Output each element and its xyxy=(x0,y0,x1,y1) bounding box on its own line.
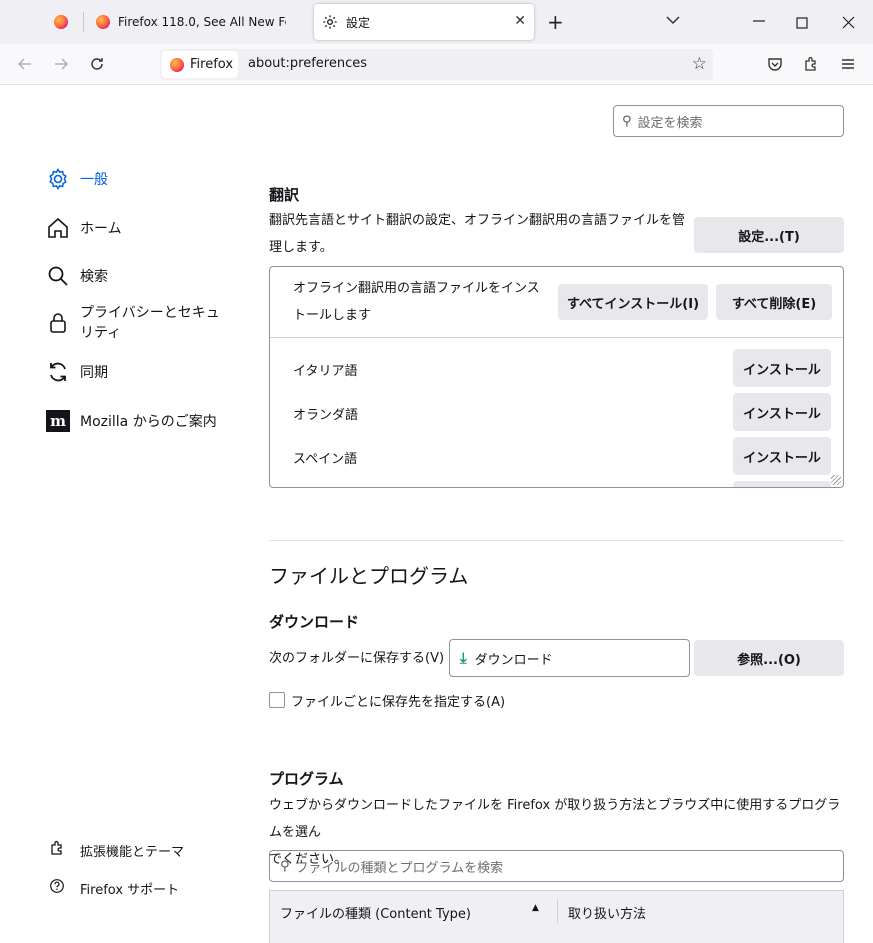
sidebar-item-privacy[interactable]: プライバシーとセキュリティ xyxy=(46,303,220,343)
sidebar-item-mozilla[interactable]: m Mozilla からのご案内 xyxy=(46,409,217,433)
sidebar-footer-addons[interactable]: 拡張機能とテーマ xyxy=(48,840,184,860)
firefox-icon xyxy=(54,15,68,29)
download-arrow-icon: ⤓ xyxy=(460,649,467,667)
footer-label: Firefox サポート xyxy=(80,882,180,898)
reload-button[interactable] xyxy=(86,53,108,75)
bookmark-star-icon[interactable]: ☆ xyxy=(692,54,707,74)
column-header-type[interactable]: ファイルの種類 (Content Type) xyxy=(280,903,471,922)
section-divider xyxy=(269,540,844,541)
translation-description: 翻訳先言語とサイト翻訳の設定、オフライン翻訳用の言語ファイルを管 理します。 xyxy=(269,207,689,261)
translation-settings-button[interactable]: 設定...(T) xyxy=(694,217,844,253)
minimize-button[interactable] xyxy=(752,12,766,32)
desc-line: 翻訳先言語とサイト翻訳の設定、オフライン翻訳用の言語ファイルを管 xyxy=(269,213,686,228)
folder-name: ダウンロード xyxy=(474,652,553,668)
install-description: オフライン翻訳用の言語ファイルをインス トールします xyxy=(293,275,563,329)
puzzle-icon xyxy=(48,840,66,860)
url-bar[interactable]: Firefox about:preferences ☆ xyxy=(160,49,713,80)
ask-save-label[interactable]: ファイルごとに保存先を指定する(A) xyxy=(291,691,505,710)
download-folder-field[interactable]: ⤓ ダウンロード xyxy=(449,639,690,677)
filetype-search-placeholder: ファイルの種類とプログラムを検索 xyxy=(295,860,504,876)
desc-line: ウェブからダウンロードしたファイルを Firefox が取り扱う方法とブラウズ中… xyxy=(269,798,841,840)
save-to-label: 次のフォルダーに保存する(V) xyxy=(269,651,445,666)
close-icon[interactable]: ✕ xyxy=(514,13,526,29)
sort-ascending-icon[interactable]: ▲ xyxy=(532,903,539,913)
gear-icon xyxy=(323,15,337,29)
extensions-icon[interactable] xyxy=(800,53,822,75)
tab-separator xyxy=(83,12,84,32)
column-header-action[interactable]: 取り扱い方法 xyxy=(568,903,646,922)
search-icon: ⚲ xyxy=(622,113,632,129)
sidebar-item-general[interactable]: 一般 xyxy=(46,167,108,191)
sync-icon xyxy=(46,360,70,384)
sidebar-item-label: 同期 xyxy=(80,365,108,381)
install-language-button[interactable]: インストール xyxy=(733,437,831,475)
lock-icon xyxy=(46,311,70,335)
back-button[interactable] xyxy=(14,53,36,75)
close-window-button[interactable] xyxy=(842,14,855,33)
sidebar-item-label: 一般 xyxy=(80,172,108,188)
firefox-icon xyxy=(170,57,184,72)
tab-settings[interactable]: 設定 ✕ xyxy=(314,4,534,40)
firefox-icon xyxy=(96,15,110,29)
chevron-down-icon[interactable] xyxy=(665,12,681,32)
language-list-header: オフライン翻訳用の言語ファイルをインス トールします すべてインストール(I) … xyxy=(270,267,843,338)
search-input[interactable]: ⚲ 設定を検索 xyxy=(613,105,844,137)
install-language-button[interactable]: インストール xyxy=(733,349,831,387)
identity-box[interactable]: Firefox xyxy=(162,51,238,78)
sidebar-footer-support[interactable]: Firefox サポート xyxy=(48,878,179,898)
filetype-search-input[interactable]: ⚲ ファイルの種類とプログラムを検索 xyxy=(269,850,844,882)
footer-label: 拡張機能とテーマ xyxy=(80,844,185,860)
language-list-box: オフライン翻訳用の言語ファイルをインス トールします すべてインストール(I) … xyxy=(269,266,844,488)
ask-save-checkbox[interactable] xyxy=(269,692,285,708)
filetype-table-header: ファイルの種類 (Content Type) ▲ 取り扱い方法 xyxy=(269,890,844,943)
gear-icon xyxy=(46,167,70,191)
downloads-heading: ダウンロード xyxy=(269,613,360,631)
search-placeholder: 設定を検索 xyxy=(637,115,703,131)
pocket-icon[interactable] xyxy=(764,53,786,75)
identity-label: Firefox xyxy=(190,57,234,72)
install-all-button[interactable]: すべてインストール(I) xyxy=(558,284,708,320)
url-text[interactable]: about:preferences xyxy=(248,56,367,71)
pinned-tab[interactable] xyxy=(44,4,78,40)
home-icon xyxy=(46,216,70,240)
sidebar-item-search[interactable]: 検索 xyxy=(46,264,108,288)
delete-all-button[interactable]: すべて削除(E) xyxy=(716,284,832,320)
language-name: スペイン語 xyxy=(293,452,358,467)
sidebar-item-sync[interactable]: 同期 xyxy=(46,360,108,384)
language-name: イタリア語 xyxy=(293,364,358,379)
mozilla-icon: m xyxy=(46,409,70,433)
search-icon xyxy=(46,264,70,288)
browse-button[interactable]: 参照...(O) xyxy=(694,640,844,676)
tab-release-notes[interactable]: Firefox 118.0, See All New Featu xyxy=(88,4,306,40)
tab-title: 設定 xyxy=(346,15,371,30)
sidebar-item-label: Mozilla からのご案内 xyxy=(80,414,217,430)
column-separator xyxy=(557,899,558,923)
desc-line: トールします xyxy=(293,308,372,323)
search-icon: ⚲ xyxy=(280,858,290,874)
maximize-button[interactable] xyxy=(796,14,808,33)
install-language-button[interactable]: インストール xyxy=(733,393,831,431)
sidebar-item-label: ホーム xyxy=(80,221,122,237)
help-icon xyxy=(48,878,66,898)
language-name: オランダ語 xyxy=(293,408,359,423)
desc-line: 理します。 xyxy=(269,240,333,255)
desc-line: オフライン翻訳用の言語ファイルをインス xyxy=(293,281,540,296)
nav-bar: Firefox about:preferences ☆ xyxy=(0,44,873,85)
resize-handle[interactable] xyxy=(831,475,841,485)
sidebar-item-label: 検索 xyxy=(80,269,108,285)
applications-heading: プログラム xyxy=(269,770,344,788)
files-section-title: ファイルとプログラム xyxy=(269,564,469,588)
translation-heading: 翻訳 xyxy=(269,186,300,204)
new-tab-button[interactable]: + xyxy=(547,10,564,34)
sidebar-item-home[interactable]: ホーム xyxy=(46,216,122,240)
sidebar-item-label: プライバシーとセキュリティ xyxy=(80,305,220,341)
forward-button[interactable] xyxy=(50,53,72,75)
install-language-button-partial[interactable] xyxy=(733,481,831,487)
menu-icon[interactable] xyxy=(837,53,859,75)
tab-title: Firefox 118.0, See All New Featu xyxy=(118,15,286,29)
tab-bar: Firefox 118.0, See All New Featu 設定 ✕ + xyxy=(0,0,873,44)
